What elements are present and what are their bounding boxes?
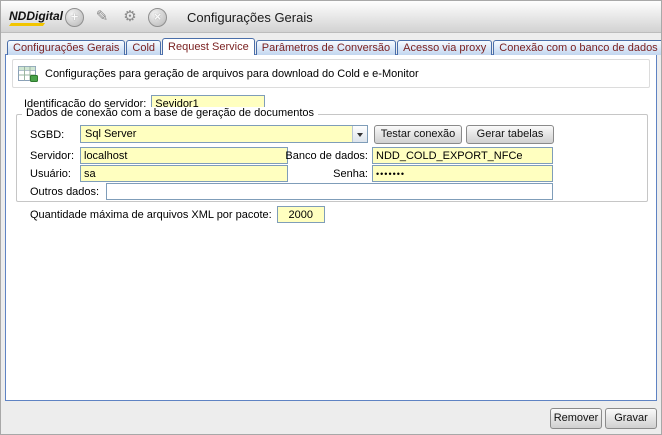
top-toolbar: NDDigital + ✎ ⚙ × Configurações Gerais <box>1 1 661 33</box>
other-data-input[interactable] <box>106 183 553 200</box>
tab-configuracoes-gerais[interactable]: Configurações Gerais <box>7 40 125 55</box>
database-label: Banco de dados: <box>282 150 368 162</box>
server-input[interactable] <box>80 147 288 164</box>
sgbd-selected-value: Sql Server <box>85 128 136 140</box>
generate-tables-button[interactable]: Gerar tabelas <box>466 125 554 144</box>
connection-group-title: Dados de conexão com a base de geração d… <box>22 107 318 119</box>
max-xml-input[interactable] <box>277 206 325 223</box>
tab-cold[interactable]: Cold <box>126 40 161 55</box>
toolbar-icon-group: + ✎ ⚙ × <box>65 7 167 27</box>
test-connection-button[interactable]: Testar conexão <box>374 125 462 144</box>
remove-button[interactable]: Remover <box>550 408 602 429</box>
close-icon[interactable]: × <box>148 8 167 27</box>
save-button[interactable]: Gravar <box>605 408 657 429</box>
database-input[interactable] <box>372 147 553 164</box>
server-label: Servidor: <box>30 150 74 162</box>
app-window: NDDigital + ✎ ⚙ × Configurações Gerais C… <box>0 0 662 435</box>
page-title: Configurações Gerais <box>187 10 313 25</box>
edit-pencil-icon[interactable]: ✎ <box>92 7 112 27</box>
tab-strip: Configurações Gerais Cold Request Servic… <box>7 37 661 55</box>
sgbd-label: SGBD: <box>30 129 64 141</box>
panel-header: Configurações para geração de arquivos p… <box>12 59 650 88</box>
nddigital-logo: NDDigital <box>9 9 63 23</box>
max-xml-row: Quantidade máxima de arquivos XML por pa… <box>30 206 325 223</box>
password-input[interactable] <box>372 165 553 182</box>
user-input[interactable] <box>80 165 288 182</box>
tab-request-service[interactable]: Request Service <box>162 38 255 55</box>
user-label: Usuário: <box>30 168 71 180</box>
panel-description: Configurações para geração de arquivos p… <box>45 68 419 80</box>
tab-conexao-banco-de-dados[interactable]: Conexão com o banco de dados <box>493 40 661 55</box>
add-icon[interactable]: + <box>65 8 84 27</box>
password-label: Senha: <box>282 168 368 180</box>
sgbd-combobox[interactable]: Sql Server <box>80 125 368 143</box>
tab-acesso-via-proxy[interactable]: Acesso via proxy <box>397 40 492 55</box>
table-icon <box>17 64 39 87</box>
max-xml-label: Quantidade máxima de arquivos XML por pa… <box>30 209 272 221</box>
request-service-panel: Configurações para geração de arquivos p… <box>5 54 657 401</box>
chevron-down-icon[interactable] <box>352 126 367 142</box>
tab-parametros-de-conversao[interactable]: Parâmetros de Conversão <box>256 40 396 55</box>
other-data-label: Outros dados: <box>30 186 99 198</box>
gear-icon[interactable]: ⚙ <box>120 7 140 27</box>
